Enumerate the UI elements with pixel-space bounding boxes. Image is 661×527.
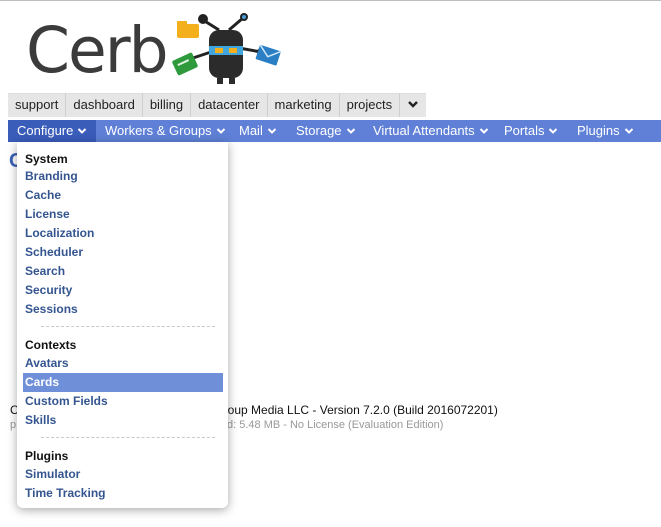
menu-item-skills[interactable]: Skills: [23, 411, 223, 430]
tab-marketing[interactable]: marketing: [267, 93, 340, 117]
main-nav: Configure Workers & Groups Mail Storage …: [8, 120, 661, 142]
menu-heading-contexts: Contexts: [25, 338, 77, 352]
menu-item-search[interactable]: Search: [23, 262, 223, 281]
footer-version-text: group Media LLC - Version 7.2.0 (Build 2…: [217, 403, 498, 417]
tab-datacenter[interactable]: datacenter: [191, 93, 268, 117]
footer-stats: p d: 5.48 MB - No License (Evaluation Ed…: [10, 419, 443, 431]
nav-virtual-attendants[interactable]: Virtual Attendants: [373, 120, 489, 142]
menu-item-scheduler[interactable]: Scheduler: [23, 243, 223, 262]
top-border: [0, 0, 661, 1]
menu-item-custom-fields[interactable]: Custom Fields: [23, 392, 223, 411]
footer-license-text: d: 5.48 MB - No License (Evaluation Edit…: [227, 419, 444, 431]
menu-item-sessions[interactable]: Sessions: [23, 300, 223, 319]
nav-configure[interactable]: Configure: [8, 120, 97, 142]
nav-workers-groups-label: Workers & Groups: [105, 123, 212, 138]
menu-divider: [41, 326, 215, 327]
footer-stats-start: p: [10, 419, 17, 431]
more-tabs-button[interactable]: [400, 93, 427, 117]
chevron-down-icon: [346, 128, 355, 134]
chevron-down-icon: [479, 128, 488, 134]
nav-storage[interactable]: Storage: [296, 120, 356, 142]
menu-item-cache[interactable]: Cache: [23, 186, 223, 205]
menu-divider: [41, 437, 215, 438]
menu-item-security[interactable]: Security: [23, 281, 223, 300]
menu-item-localization[interactable]: Localization: [23, 224, 223, 243]
chevron-down-icon: [408, 101, 418, 108]
tab-projects[interactable]: projects: [339, 93, 401, 117]
menu-item-branding[interactable]: Branding: [23, 167, 223, 186]
menu-item-avatars[interactable]: Avatars: [23, 354, 223, 373]
nav-mail[interactable]: Mail: [239, 120, 277, 142]
chevron-down-icon: [267, 128, 277, 134]
tab-support[interactable]: support: [8, 93, 67, 117]
menu-item-license[interactable]: License: [23, 205, 223, 224]
menu-item-simulator[interactable]: Simulator: [23, 465, 223, 484]
chevron-down-icon: [624, 128, 633, 134]
nav-mail-label: Mail: [239, 123, 263, 138]
tab-billing[interactable]: billing: [142, 93, 192, 117]
chevron-down-icon: [78, 128, 87, 134]
menu-item-cards[interactable]: Cards: [23, 373, 223, 392]
nav-virtual-attendants-label: Virtual Attendants: [373, 123, 475, 138]
nav-plugins-label: Plugins: [577, 123, 620, 138]
nav-configure-label: Configure: [17, 123, 74, 138]
menu-heading-system: System: [25, 152, 68, 166]
menu-item-time-tracking[interactable]: Time Tracking: [23, 484, 223, 503]
nav-workers-groups[interactable]: Workers & Groups: [105, 120, 226, 142]
configure-dropdown-menu: System Branding Cache License Localizati…: [17, 142, 228, 508]
workspace-tabs: support dashboard billing datacenter mar…: [8, 93, 427, 117]
cerb-robot-mascot-icon: [172, 13, 281, 84]
chevron-down-icon: [549, 128, 558, 134]
nav-plugins[interactable]: Plugins: [577, 120, 634, 142]
nav-storage-label: Storage: [296, 123, 342, 138]
tab-dashboard[interactable]: dashboard: [66, 93, 143, 117]
nav-portals[interactable]: Portals: [504, 120, 558, 142]
menu-heading-plugins: Plugins: [25, 449, 69, 463]
chevron-down-icon: [216, 128, 225, 134]
nav-portals-label: Portals: [504, 123, 545, 138]
logo-wordmark: Cerb: [26, 14, 169, 87]
